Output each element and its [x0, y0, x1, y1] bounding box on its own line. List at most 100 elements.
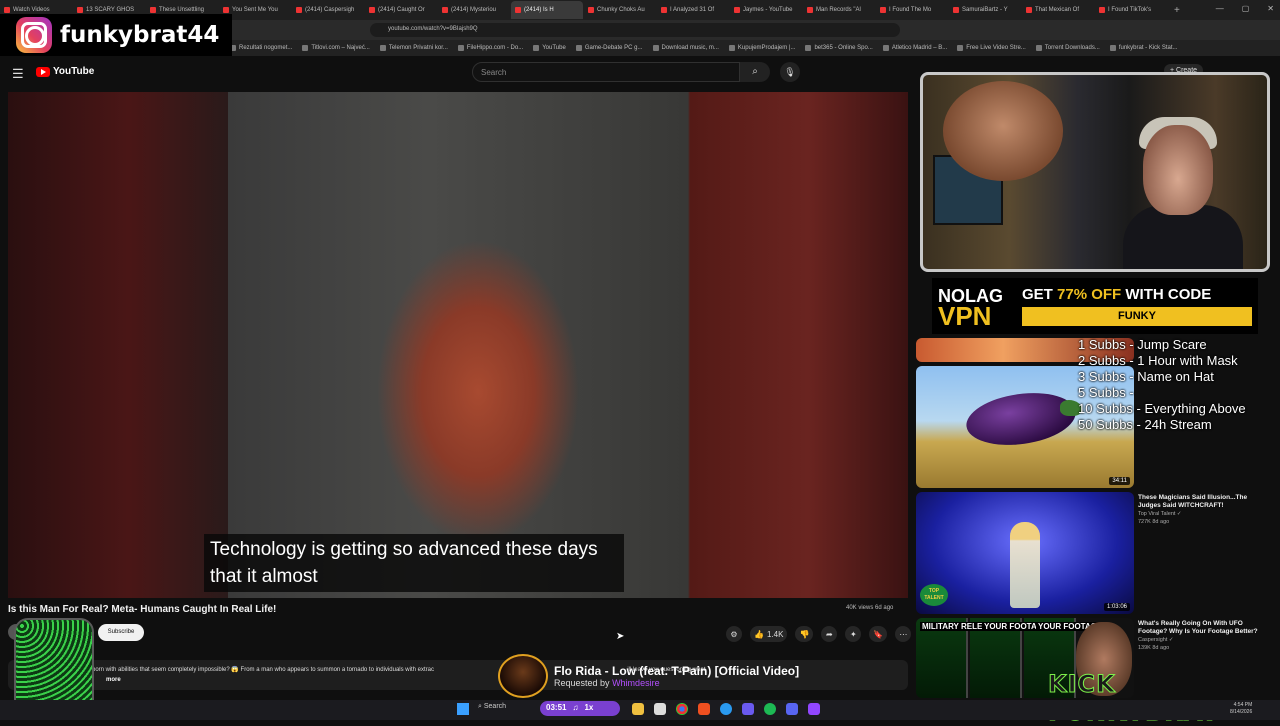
browser-tab[interactable]: I Found TikTok's: [1095, 1, 1167, 19]
file-explorer-icon[interactable]: [632, 703, 644, 715]
twitch-icon[interactable]: [808, 703, 820, 715]
brave-icon[interactable]: [698, 703, 710, 715]
windows-start-icon[interactable]: [457, 703, 469, 715]
search-icon[interactable]: ⌕: [740, 62, 770, 82]
youtube-play-icon: [36, 66, 50, 77]
recommendation-title[interactable]: What's Really Going On With UFO Footage?…: [1138, 620, 1264, 636]
bookmark-favicon-icon: [1035, 45, 1042, 51]
edge-icon[interactable]: [720, 703, 732, 715]
browser-tab[interactable]: (2414) Caught Or: [365, 1, 437, 19]
more-options-icon[interactable]: ⋯: [895, 626, 912, 642]
recommendation-meta: These Magicians Said Illusion...The Judg…: [1138, 494, 1264, 526]
recommendation-channel[interactable]: Caspersight ✓: [1138, 636, 1264, 644]
browser-tab[interactable]: Chunky Choks Au: [584, 1, 656, 19]
playback-timer-widget[interactable]: 03:51 ♫ 1x: [540, 701, 620, 716]
minimize-icon[interactable]: —: [1216, 4, 1224, 13]
vpn-offer-discount: 77% OFF: [1057, 286, 1122, 303]
bookmark-item[interactable]: Game-Debate PC g...: [575, 45, 643, 51]
recommendation-title[interactable]: These Magicians Said Illusion...The Judg…: [1138, 494, 1264, 510]
new-tab-button[interactable]: +: [1174, 5, 1180, 16]
dislike-icon[interactable]: 👎: [795, 626, 814, 642]
song-request-line: Requested by Whimdesire: [554, 678, 799, 688]
bookmark-favicon-icon: [533, 45, 540, 51]
youtube-logo[interactable]: YouTube: [36, 66, 94, 77]
share-icon[interactable]: ➦: [821, 626, 838, 642]
bookmark-item[interactable]: Rezultati nogomet...: [230, 45, 292, 51]
browser-tab[interactable]: That Mexican Of: [1022, 1, 1094, 19]
bookmark-item[interactable]: FileHippo.com - Do...: [457, 45, 523, 51]
more-link[interactable]: more: [106, 677, 121, 683]
calendar-icon[interactable]: [654, 703, 666, 715]
bookmark-item[interactable]: KupujemProdajem |...: [728, 45, 795, 51]
youtube-logo-text: YouTube: [53, 66, 95, 77]
bookmark-favicon-icon: [575, 45, 582, 51]
chrome-icon[interactable]: [676, 703, 688, 715]
browser-tab[interactable]: Jaymes - YouTube: [730, 1, 802, 19]
bookmark-item[interactable]: Download music, m...: [652, 45, 719, 51]
tab-favicon-icon: [734, 7, 740, 13]
browser-tab[interactable]: I Found The Mo: [876, 1, 948, 19]
browser-tab[interactable]: Man Records "Al: [803, 1, 875, 19]
bookmark-item[interactable]: Atletico Madrid – B...: [882, 45, 947, 51]
tab-favicon-icon: [296, 7, 302, 13]
bookmark-item[interactable]: Titlovi.com – Najveć...: [302, 45, 370, 51]
bookmark-label: Free Live Video Stre...: [966, 45, 1026, 51]
close-icon[interactable]: ✕: [1267, 4, 1274, 13]
subscribe-button[interactable]: Subscribe: [98, 624, 144, 641]
tab-label: (2414) Caught Or: [378, 7, 425, 13]
video-duration: 1:03:06: [1103, 603, 1130, 611]
clock-date: 8/14/2026: [1230, 709, 1253, 715]
window-controls: — ▢ ✕: [1216, 4, 1274, 13]
discord-icon[interactable]: [786, 703, 798, 715]
spotify-icon[interactable]: [764, 703, 776, 715]
vpn-ad-overlay: NOLAG VPN GET 77% OFF WITH CODE FUNKY: [932, 278, 1258, 334]
browser-tab[interactable]: SamuraiBartz - Y: [949, 1, 1021, 19]
sub-goal-item: 10 Subbs - Everything Above: [1078, 401, 1246, 416]
browser-tab[interactable]: (2414) Caspersigh: [292, 1, 364, 19]
save-icon[interactable]: 🔖: [869, 626, 888, 642]
taskbar-search[interactable]: ⌕ Search: [478, 703, 506, 711]
bookmark-label: funkybrat - Kick Stat...: [1118, 45, 1178, 51]
description-text: born with abilities that seem completely…: [92, 667, 434, 673]
tab-label: (2414) Caspersigh: [305, 7, 355, 13]
video-actions: ⚙ 👍 1.4K 👎 ➦ ✦ 🔖 ⋯: [726, 626, 912, 642]
settings-icon[interactable]: ⚙: [726, 626, 742, 642]
recommendation-channel[interactable]: Top Viral Talent ✓: [1138, 510, 1264, 518]
ask-icon[interactable]: ✦: [845, 626, 862, 642]
sub-goal-item: 1 Subbs - Jump Scare: [1078, 337, 1207, 352]
microphone-icon[interactable]: 🎙: [780, 62, 800, 82]
sub-goal-item: 5 Subbs -: [1078, 385, 1134, 400]
system-clock[interactable]: 4:54 PM 8/14/2026: [1230, 702, 1252, 716]
instagram-icon: [16, 17, 52, 53]
bookmark-label: Torrent Downloads...: [1044, 45, 1100, 51]
hamburger-menu-icon[interactable]: ☰: [12, 66, 24, 82]
bookmark-item[interactable]: Free Live Video Stre...: [957, 45, 1026, 51]
maximize-icon[interactable]: ▢: [1242, 4, 1250, 13]
like-button[interactable]: 👍 1.4K: [750, 626, 788, 642]
video-player[interactable]: Technology is getting so advanced these …: [8, 92, 908, 598]
url-field[interactable]: youtube.com/watch?v=9BIajsh9Q: [370, 23, 900, 37]
video-subtitle: Technology is getting so advanced these …: [204, 534, 624, 592]
bookmark-item[interactable]: Torrent Downloads...: [1035, 45, 1100, 51]
browser-tab[interactable]: I Analyzed 31 Of: [657, 1, 729, 19]
bookmark-favicon-icon: [302, 45, 309, 51]
bookmark-favicon-icon: [882, 45, 889, 51]
thumbs-up-icon: 👍: [754, 629, 764, 639]
tab-favicon-icon: [953, 7, 959, 13]
bookmark-item[interactable]: funkybrat - Kick Stat...: [1109, 45, 1178, 51]
recommendation-thumbnail[interactable]: TOP TALENT 1:03:06: [916, 492, 1134, 614]
browser-tab[interactable]: (2414) Mysteriou: [438, 1, 510, 19]
bookmark-item[interactable]: Telemon Privatni kor...: [379, 45, 448, 51]
tab-favicon-icon: [1026, 7, 1032, 13]
music-note-icon: ♫: [572, 703, 579, 712]
bookmark-item[interactable]: YouTube: [533, 45, 566, 51]
search-input[interactable]: Search: [472, 62, 740, 82]
browser-tab[interactable]: (2414) Is H: [511, 1, 583, 19]
bookmark-item[interactable]: bet365 - Online Spo...: [805, 45, 873, 51]
app-icon[interactable]: [742, 703, 754, 715]
eggplant-graphic: [963, 386, 1079, 452]
tab-label: 13 SCARY GHOS: [86, 7, 135, 13]
streamer-body: [1123, 205, 1243, 269]
tab-label: Chunky Choks Au: [597, 7, 645, 13]
streamer-face: [1143, 125, 1213, 215]
